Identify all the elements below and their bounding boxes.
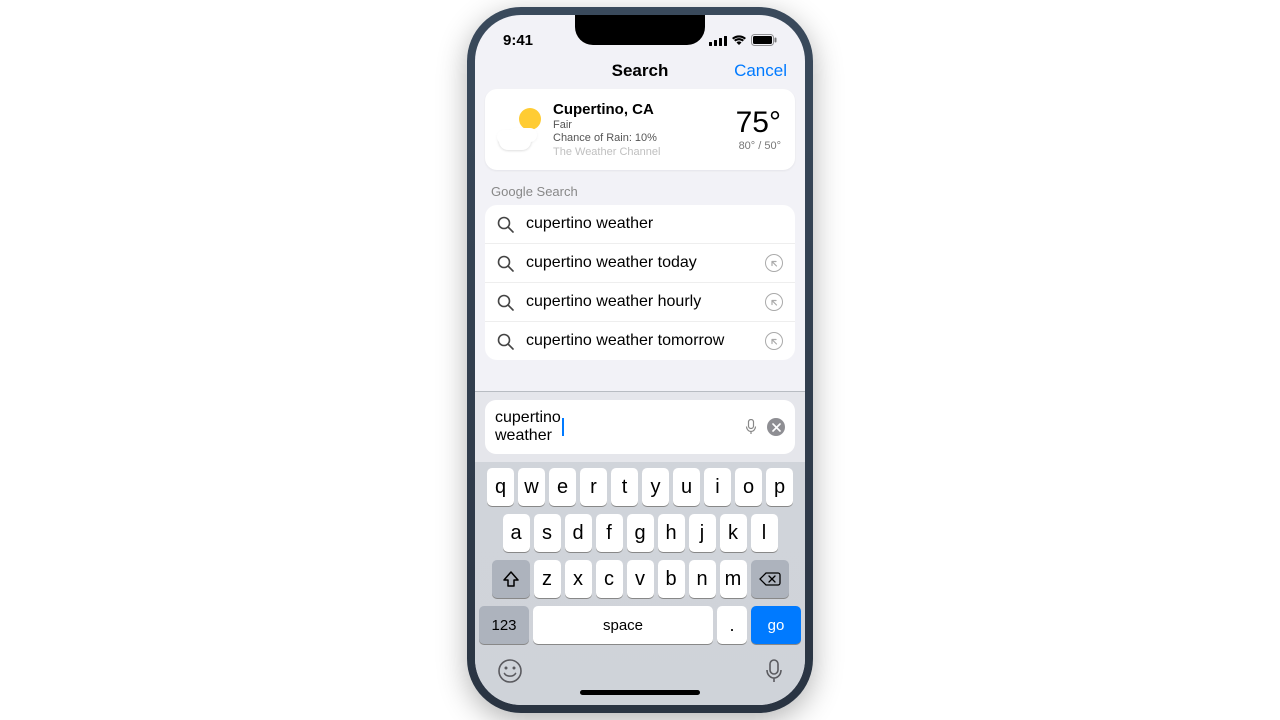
search-icon — [497, 216, 514, 233]
key-s[interactable]: s — [534, 514, 561, 552]
wifi-icon — [731, 34, 747, 46]
notch — [575, 15, 705, 45]
suggestion-row[interactable]: cupertino weather tomorrow — [485, 322, 795, 360]
key-q[interactable]: q — [487, 468, 514, 506]
weather-condition: Fair — [553, 119, 736, 131]
suggestion-row[interactable]: cupertino weather — [485, 205, 795, 244]
key-j[interactable]: j — [689, 514, 716, 552]
text-cursor — [562, 418, 564, 436]
backspace-key[interactable] — [751, 560, 789, 598]
key-b[interactable]: b — [658, 560, 685, 598]
go-key[interactable]: go — [751, 606, 801, 644]
key-x[interactable]: x — [565, 560, 592, 598]
numbers-key[interactable]: 123 — [479, 606, 529, 644]
key-v[interactable]: v — [627, 560, 654, 598]
keyboard-area: cupertino weather qwertyuiop asdfghjkl — [475, 391, 805, 705]
cancel-button[interactable]: Cancel — [734, 61, 787, 81]
key-m[interactable]: m — [720, 560, 747, 598]
cellular-icon — [709, 35, 727, 46]
weather-card[interactable]: Cupertino, CA Fair Chance of Rain: 10% T… — [485, 89, 795, 170]
key-k[interactable]: k — [720, 514, 747, 552]
weather-rain-chance: Chance of Rain: 10% — [553, 132, 736, 144]
search-icon — [497, 255, 514, 272]
suggestion-text: cupertino weather tomorrow — [526, 332, 765, 350]
home-indicator[interactable] — [580, 690, 700, 695]
key-d[interactable]: d — [565, 514, 592, 552]
battery-icon — [751, 34, 777, 46]
nav-bar: Search Cancel — [475, 55, 805, 89]
key-z[interactable]: z — [534, 560, 561, 598]
key-y[interactable]: y — [642, 468, 669, 506]
key-o[interactable]: o — [735, 468, 762, 506]
key-c[interactable]: c — [596, 560, 623, 598]
suggestion-row[interactable]: cupertino weather today — [485, 244, 795, 283]
weather-high-low: 80° / 50° — [736, 140, 781, 152]
phone-frame: 9:41 Search Cancel — [467, 7, 813, 713]
suggestions-list: cupertino weather cupertino weather today… — [485, 205, 795, 360]
emoji-key[interactable] — [497, 658, 523, 684]
shift-key[interactable] — [492, 560, 530, 598]
search-input[interactable]: cupertino weather — [485, 400, 795, 454]
status-time: 9:41 — [503, 32, 533, 49]
weather-location: Cupertino, CA — [553, 101, 736, 118]
key-u[interactable]: u — [673, 468, 700, 506]
fill-arrow-icon[interactable] — [765, 254, 783, 272]
partly-sunny-icon — [499, 108, 543, 152]
key-r[interactable]: r — [580, 468, 607, 506]
key-n[interactable]: n — [689, 560, 716, 598]
suggestion-text: cupertino weather — [526, 215, 783, 233]
key-h[interactable]: h — [658, 514, 685, 552]
key-w[interactable]: w — [518, 468, 545, 506]
dictation-icon[interactable] — [745, 419, 757, 435]
search-icon — [497, 333, 514, 350]
suggestion-text: cupertino weather today — [526, 254, 765, 272]
space-key[interactable]: space — [533, 606, 713, 644]
section-label: Google Search — [485, 184, 795, 205]
key-t[interactable]: t — [611, 468, 638, 506]
weather-source: The Weather Channel — [553, 146, 736, 158]
period-key[interactable]: . — [717, 606, 747, 644]
key-g[interactable]: g — [627, 514, 654, 552]
key-f[interactable]: f — [596, 514, 623, 552]
key-p[interactable]: p — [766, 468, 793, 506]
clear-text-button[interactable] — [767, 418, 785, 436]
weather-temperature: 75° — [736, 108, 781, 138]
suggestion-text: cupertino weather hourly — [526, 293, 765, 311]
microphone-key[interactable] — [765, 658, 783, 684]
search-input-text: cupertino weather — [495, 409, 561, 445]
key-l[interactable]: l — [751, 514, 778, 552]
key-a[interactable]: a — [503, 514, 530, 552]
fill-arrow-icon[interactable] — [765, 332, 783, 350]
screen: 9:41 Search Cancel — [475, 15, 805, 705]
search-icon — [497, 294, 514, 311]
key-e[interactable]: e — [549, 468, 576, 506]
suggestion-row[interactable]: cupertino weather hourly — [485, 283, 795, 322]
fill-arrow-icon[interactable] — [765, 293, 783, 311]
key-i[interactable]: i — [704, 468, 731, 506]
